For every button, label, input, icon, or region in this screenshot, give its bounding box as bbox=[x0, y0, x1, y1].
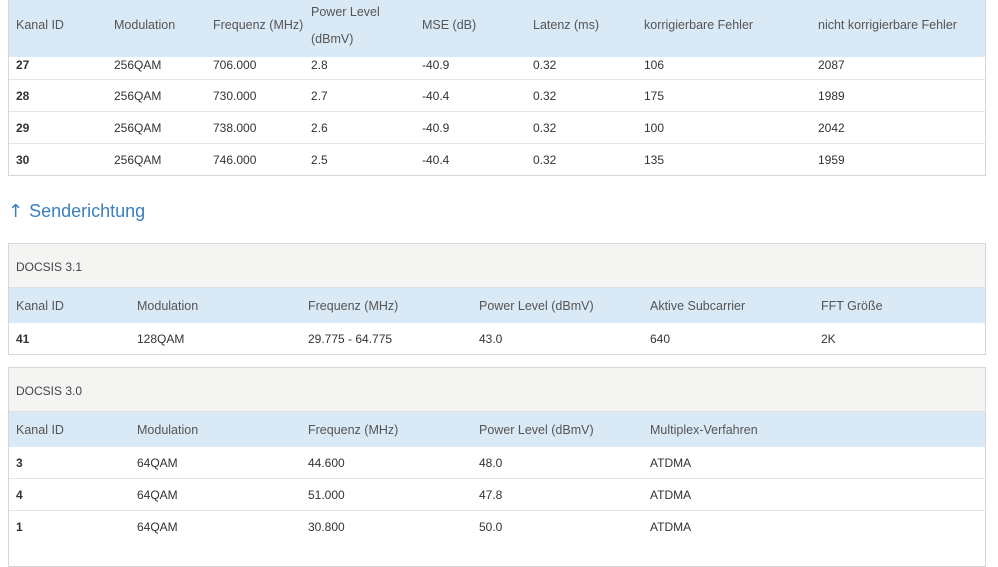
docsis30-header-row: Kanal ID Modulation Frequenz (MHz) Power… bbox=[9, 412, 985, 447]
cell-kanal-id: 4 bbox=[16, 488, 23, 502]
cell-frequenz: 29.775 - 64.775 bbox=[308, 332, 393, 346]
table-row: 3 64QAM 44.600 48.0 ATDMA bbox=[9, 447, 985, 479]
cell-power: 47.8 bbox=[479, 488, 503, 502]
docsis30-group-title: DOCSIS 3.0 bbox=[9, 368, 985, 412]
cell-kanal-id: 28 bbox=[16, 89, 30, 103]
table-row: 1 64QAM 30.800 50.0 ATDMA bbox=[9, 511, 985, 543]
cell-modulation: 64QAM bbox=[137, 520, 178, 534]
cell-latenz: 0.32 bbox=[533, 58, 557, 72]
cell-power: 48.0 bbox=[479, 456, 503, 470]
cell-power: 50.0 bbox=[479, 520, 503, 534]
cell-power: 2.6 bbox=[311, 121, 328, 135]
docsis31-header-row: Kanal ID Modulation Frequenz (MHz) Power… bbox=[9, 288, 985, 323]
cell-modulation: 256QAM bbox=[114, 121, 162, 135]
cell-korrigierbare: 135 bbox=[644, 153, 665, 167]
cell-fft-groesse: 2K bbox=[821, 332, 836, 346]
header-latenz: Latenz (ms) bbox=[533, 18, 599, 32]
cell-modulation: 64QAM bbox=[137, 488, 178, 502]
downstream-header-row: Kanal ID Modulation Frequenz (MHz) Power… bbox=[9, 0, 985, 57]
cell-frequenz: 51.000 bbox=[308, 488, 345, 502]
table-row: 4 64QAM 51.000 47.8 ATDMA bbox=[9, 479, 985, 511]
cell-kanal-id: 30 bbox=[16, 153, 30, 167]
header-korrigierbare: korrigierbare Fehler bbox=[644, 18, 754, 32]
docsis30-label: DOCSIS 3.0 bbox=[16, 384, 83, 398]
cell-nicht-korrigierbare: 2087 bbox=[818, 58, 845, 72]
cell-frequenz: 44.600 bbox=[308, 456, 345, 470]
cell-frequenz: 30.800 bbox=[308, 520, 345, 534]
header-multiplex-verfahren: Multiplex-Verfahren bbox=[650, 423, 758, 437]
cell-nicht-korrigierbare: 2042 bbox=[818, 121, 845, 135]
header-mse: MSE (dB) bbox=[422, 18, 477, 32]
cell-modulation: 256QAM bbox=[114, 58, 162, 72]
docsis31-label: DOCSIS 3.1 bbox=[16, 260, 83, 274]
cell-frequenz: 730.000 bbox=[213, 89, 257, 103]
cell-modulation: 256QAM bbox=[114, 153, 162, 167]
header-frequenz: Frequenz (MHz) bbox=[308, 299, 399, 313]
table-row: 29 256QAM 738.000 2.6 -40.9 0.32 100 204… bbox=[9, 112, 985, 144]
section-title-senderichtung: ↑ Senderichtung bbox=[8, 201, 145, 222]
cell-korrigierbare: 100 bbox=[644, 121, 665, 135]
cell-frequenz: 738.000 bbox=[213, 121, 257, 135]
cell-mse: -40.9 bbox=[422, 58, 450, 72]
header-power-level: Power Level bbox=[311, 5, 380, 19]
cell-multiplex-verfahren: ATDMA bbox=[650, 456, 692, 470]
cell-multiplex-verfahren: ATDMA bbox=[650, 520, 692, 534]
cell-mse: -40.4 bbox=[422, 153, 450, 167]
docsis31-group-title: DOCSIS 3.1 bbox=[9, 244, 985, 288]
cell-power: 2.7 bbox=[311, 89, 328, 103]
cell-latenz: 0.32 bbox=[533, 89, 557, 103]
cell-kanal-id: 29 bbox=[16, 121, 30, 135]
header-frequenz: Frequenz (MHz) bbox=[308, 423, 399, 437]
cell-nicht-korrigierbare: 1959 bbox=[818, 153, 845, 167]
table-row: 41 128QAM 29.775 - 64.775 43.0 640 2K bbox=[9, 323, 985, 354]
header-frequenz: Frequenz (MHz) bbox=[213, 18, 304, 32]
header-power-level: Power Level (dBmV) bbox=[479, 299, 594, 313]
cell-power: 43.0 bbox=[479, 332, 503, 346]
cell-latenz: 0.32 bbox=[533, 153, 557, 167]
section-title-text: Senderichtung bbox=[29, 201, 146, 221]
table-row: 28 256QAM 730.000 2.7 -40.4 0.32 175 198… bbox=[9, 80, 985, 112]
header-aktive-subcarrier: Aktive Subcarrier bbox=[650, 299, 746, 313]
cell-modulation: 256QAM bbox=[114, 89, 162, 103]
cell-power: 2.5 bbox=[311, 153, 328, 167]
cell-modulation: 64QAM bbox=[137, 456, 178, 470]
cell-aktive-subcarrier: 640 bbox=[650, 332, 671, 346]
cell-latenz: 0.32 bbox=[533, 121, 557, 135]
header-kanal-id: Kanal ID bbox=[16, 423, 64, 437]
downstream-table: Kanal ID Modulation Frequenz (MHz) Power… bbox=[8, 0, 986, 176]
cell-korrigierbare: 175 bbox=[644, 89, 665, 103]
cell-modulation: 128QAM bbox=[137, 332, 185, 346]
cell-kanal-id: 27 bbox=[16, 58, 30, 72]
cell-frequenz: 746.000 bbox=[213, 153, 257, 167]
cell-multiplex-verfahren: ATDMA bbox=[650, 488, 692, 502]
header-modulation: Modulation bbox=[137, 423, 199, 437]
header-kanal-id: Kanal ID bbox=[16, 18, 64, 32]
cell-frequenz: 706.000 bbox=[213, 58, 257, 72]
cell-mse: -40.4 bbox=[422, 89, 450, 103]
header-nicht-korrigierbare: nicht korrigierbare Fehler bbox=[818, 18, 957, 32]
cell-kanal-id: 1 bbox=[16, 520, 23, 534]
header-modulation: Modulation bbox=[114, 18, 176, 32]
cell-kanal-id: 3 bbox=[16, 456, 23, 470]
header-kanal-id: Kanal ID bbox=[16, 299, 64, 313]
cell-nicht-korrigierbare: 1989 bbox=[818, 89, 845, 103]
header-power-level: Power Level (dBmV) bbox=[479, 423, 594, 437]
table-row: 30 256QAM 746.000 2.5 -40.4 0.32 135 195… bbox=[9, 144, 985, 176]
docsis30-table: DOCSIS 3.0 Kanal ID Modulation Frequenz … bbox=[8, 367, 986, 567]
cell-power: 2.8 bbox=[311, 58, 328, 72]
docsis31-table: DOCSIS 3.1 Kanal ID Modulation Frequenz … bbox=[8, 243, 986, 355]
arrow-up-icon: ↑ bbox=[8, 201, 24, 222]
table-row: 27 256QAM 706.000 2.8 -40.9 0.32 106 208… bbox=[9, 57, 985, 80]
cell-kanal-id: 41 bbox=[16, 332, 30, 346]
cell-korrigierbare: 106 bbox=[644, 58, 665, 72]
header-fft-groesse: FFT Größe bbox=[821, 299, 883, 313]
header-power-level-unit: (dBmV) bbox=[311, 32, 354, 46]
cell-mse: -40.9 bbox=[422, 121, 450, 135]
header-modulation: Modulation bbox=[137, 299, 199, 313]
